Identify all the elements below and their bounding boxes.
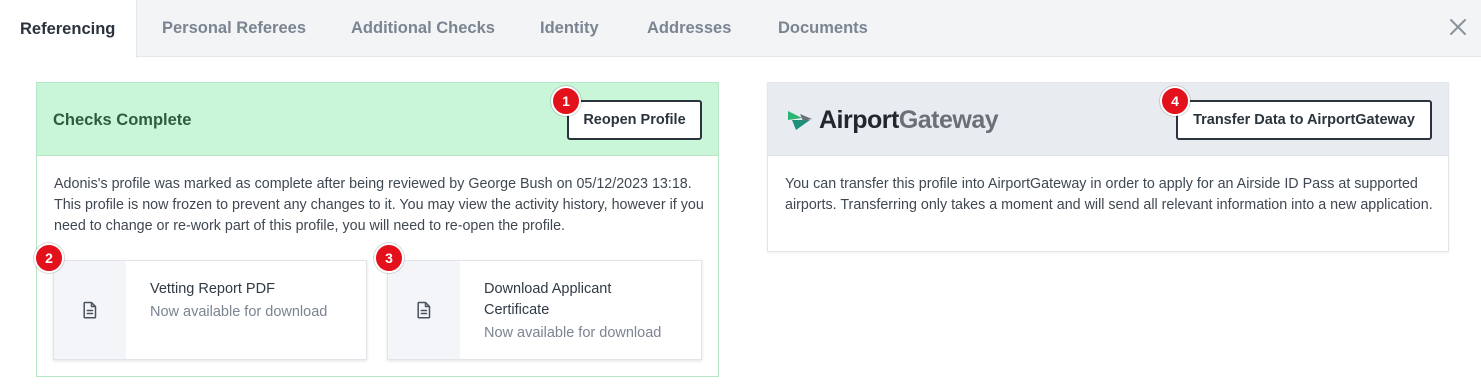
airport-header: AirportGateway Transfer Data to AirportG… (768, 83, 1448, 156)
transfer-data-button[interactable]: Transfer Data to AirportGateway (1176, 100, 1432, 140)
marker-2: 2 (34, 243, 64, 273)
download-title: Download Applicant Certificate (484, 281, 612, 318)
marker-4: 4 (1160, 86, 1190, 116)
tab-identity[interactable]: Identity (540, 0, 599, 57)
logo-text-airport: Airport (819, 105, 899, 134)
tab-personal-referees[interactable]: Personal Referees (162, 0, 306, 57)
close-icon[interactable] (1446, 15, 1470, 39)
airport-gateway-logo: AirportGateway (786, 105, 999, 135)
icon-panel (388, 261, 460, 359)
logo-text-gateway: Gateway (898, 105, 999, 134)
tab-referencing[interactable]: Referencing (0, 0, 137, 58)
vetting-report-download[interactable]: Vetting Report PDF Now available for dow… (53, 260, 367, 360)
download-subtitle: Now available for download (484, 325, 662, 341)
checks-title: Checks Complete (53, 111, 192, 129)
marker-3: 3 (374, 243, 404, 273)
tab-additional-checks[interactable]: Additional Checks (351, 0, 495, 57)
tab-addresses[interactable]: Addresses (647, 0, 731, 57)
checks-description: Adonis's profile was marked as complete … (54, 176, 704, 234)
download-title: Vetting Report PDF (150, 281, 275, 297)
document-icon (83, 301, 97, 319)
document-icon (417, 301, 431, 319)
reopen-profile-button[interactable]: Reopen Profile (567, 100, 702, 140)
airport-gateway-card: AirportGateway Transfer Data to AirportG… (767, 82, 1449, 252)
tab-bar: Referencing Personal Referees Additional… (0, 0, 1481, 58)
airport-gateway-logo-mark (788, 111, 812, 130)
marker-1: 1 (551, 86, 581, 116)
airport-description: You can transfer this profile into Airpo… (785, 176, 1433, 213)
checks-complete-card: Checks Complete Reopen Profile Adonis's … (36, 82, 719, 377)
checks-header: Checks Complete Reopen Profile (37, 83, 718, 156)
icon-panel (54, 261, 126, 359)
tab-documents[interactable]: Documents (778, 0, 868, 57)
applicant-certificate-download[interactable]: Download Applicant Certificate Now avail… (387, 260, 702, 360)
download-subtitle: Now available for download (150, 304, 328, 320)
